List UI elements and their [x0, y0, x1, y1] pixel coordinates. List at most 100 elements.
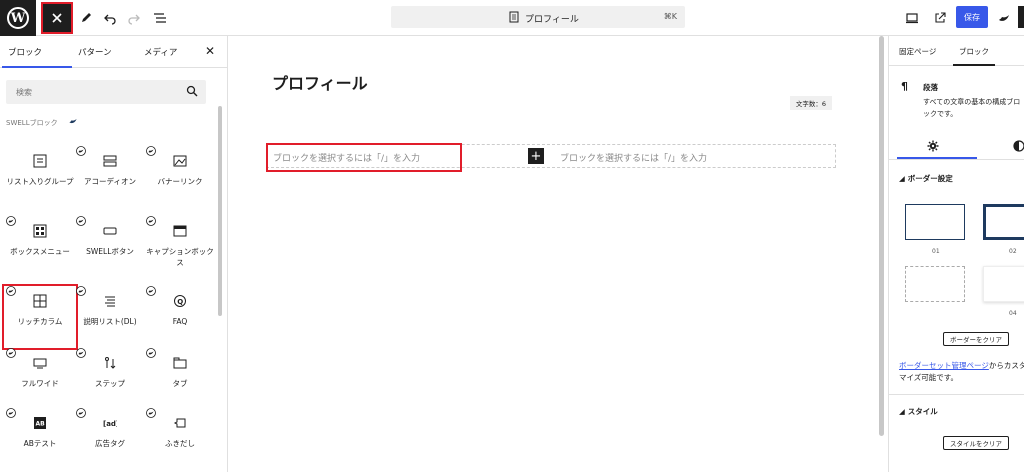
list-view-icon [154, 13, 166, 23]
style-section-heading[interactable]: ◢ スタイル [899, 406, 938, 417]
block-item-label: SWELLボタン [86, 247, 134, 256]
border-section-heading[interactable]: ◢ ボーダー設定 [899, 173, 953, 184]
swell-bird-icon: ◢ [899, 174, 905, 183]
block-item[interactable]: キャプションボックス [144, 216, 216, 278]
document-overview-button[interactable] [148, 6, 172, 30]
block-item[interactable]: リスト入りグループ [4, 146, 76, 208]
swell-bird-icon [999, 15, 1009, 21]
shortcut-hint: ⌘K [663, 12, 677, 21]
block-inserter-panel: ブロック パターン メディア ✕ 検索 SWELLブロック リスト入りグループ ア… [0, 36, 228, 472]
block-item[interactable]: 説明リスト(DL) [74, 286, 146, 348]
view-page-button[interactable] [928, 6, 952, 30]
block-item[interactable]: バナーリンク [144, 146, 216, 208]
tab-block[interactable]: ブロック [953, 46, 995, 66]
swatch-label-02: 02 [1009, 248, 1017, 255]
swell-badge-icon [6, 408, 16, 418]
tools-button[interactable] [74, 6, 98, 30]
settings-tabs: 固定ページ ブロック [889, 36, 1024, 66]
border-swatch-02[interactable] [983, 204, 1024, 240]
redo-button[interactable] [122, 6, 146, 30]
block-item[interactable]: タブ [144, 348, 216, 410]
swatch-label-01: 01 [932, 248, 940, 255]
editor-canvas: プロフィール 文字数：6 ブロックを選択するには「/」を入力 + ブロックを選択… [228, 36, 884, 472]
document-title: プロフィール [525, 15, 579, 25]
tab-blocks[interactable]: ブロック [1, 46, 73, 68]
block-item[interactable]: ステップ [74, 348, 146, 410]
tab-icon [173, 357, 187, 369]
block-item-label: キャプションボックス [146, 247, 214, 267]
block-placeholder-left[interactable]: ブロックを選択するには「/」を入力 [273, 151, 420, 164]
block-item-label: ステップ [95, 379, 125, 388]
block-item-label: 説明リスト(DL) [83, 317, 137, 326]
accordion-icon [103, 155, 117, 167]
save-button[interactable]: 保存 [956, 6, 988, 28]
block-item[interactable]: ふきだし [144, 408, 216, 470]
preview-button[interactable] [900, 6, 924, 30]
swell-bird-icon [69, 118, 77, 124]
command-palette-bar[interactable]: プロフィール ⌘K [391, 6, 685, 28]
block-search-input[interactable]: 検索 [6, 80, 206, 104]
swell-settings-button[interactable] [992, 6, 1016, 30]
tab-media[interactable]: メディア [144, 46, 177, 58]
undo-button[interactable] [98, 6, 122, 30]
swell-badge-icon [146, 216, 156, 226]
category-label: SWELLブロック [6, 119, 58, 127]
block-item[interactable]: リッチカラム [2, 284, 78, 350]
border-swatch-01[interactable] [905, 204, 965, 240]
full-wide-icon [33, 358, 47, 369]
block-placeholder-right[interactable]: ブロックを選択するには「/」を入力 [560, 151, 707, 164]
border-swatch-04[interactable] [983, 266, 1024, 302]
undo-icon [104, 14, 116, 25]
inserter-scrollbar[interactable] [218, 106, 222, 316]
block-item[interactable]: SWELLボタン [74, 216, 146, 278]
close-inserter-button[interactable] [41, 2, 73, 34]
page-title[interactable]: プロフィール [272, 70, 368, 94]
block-item[interactable]: フルワイド [4, 348, 76, 410]
border-swatch-03[interactable] [905, 266, 965, 302]
border-section-label: ボーダー設定 [907, 174, 953, 183]
block-item[interactable]: Q FAQ [144, 286, 216, 348]
svg-text:[ad]: [ad] [103, 420, 117, 428]
desktop-icon [906, 13, 918, 24]
add-block-button[interactable]: + [528, 148, 544, 164]
block-item-label: タブ [172, 379, 188, 388]
step-icon [105, 357, 116, 369]
pencil-icon [82, 13, 91, 22]
wordpress-logo-button[interactable]: W [0, 0, 36, 36]
close-icon[interactable]: ✕ [205, 44, 215, 58]
block-description: すべての文章の基本の構成ブロックです。 [923, 98, 1021, 118]
tab-page[interactable]: 固定ページ [899, 46, 936, 57]
ab-test-icon: AB [34, 417, 46, 429]
clear-style-button[interactable]: スタイルをクリア [943, 436, 1009, 450]
redo-icon [128, 14, 140, 25]
block-item[interactable]: アコーディオン [74, 146, 146, 208]
swell-badge-icon [146, 286, 156, 296]
style-section-label: スタイル [907, 407, 938, 416]
swell-badge-icon [6, 348, 16, 358]
category-heading: SWELLブロック [6, 118, 77, 128]
block-item-label: ボックスメニュー [10, 247, 70, 256]
search-placeholder: 検索 [16, 88, 32, 97]
swatch-label-04: 04 [1009, 310, 1017, 317]
swell-badge-icon [6, 286, 16, 296]
block-item-label: ABテスト [23, 439, 57, 448]
block-item[interactable]: AB ABテスト [4, 408, 76, 470]
paragraph-icon: ¶ [901, 80, 908, 93]
swell-badge-icon [6, 216, 16, 226]
block-item[interactable]: [ad] 広告タグ [74, 408, 146, 470]
tab-patterns[interactable]: パターン [78, 46, 112, 58]
block-item-label: ふきだし [165, 439, 195, 448]
styles-icon[interactable] [1013, 140, 1024, 152]
block-item-label: バナーリンク [157, 177, 203, 186]
button-icon [103, 227, 117, 235]
gear-icon[interactable] [927, 140, 939, 152]
border-set-link[interactable]: ボーダーセット管理ページ [899, 361, 989, 370]
list-group-icon [33, 154, 47, 168]
clear-border-button[interactable]: ボーダーをクリア [943, 332, 1009, 346]
options-button[interactable] [1018, 6, 1024, 28]
ad-tag-icon: [ad] [103, 420, 117, 428]
canvas-scrollbar[interactable] [879, 36, 884, 436]
plus-icon: + [530, 148, 542, 164]
block-item[interactable]: ボックスメニュー [4, 216, 76, 278]
swell-badge-icon [146, 146, 156, 156]
